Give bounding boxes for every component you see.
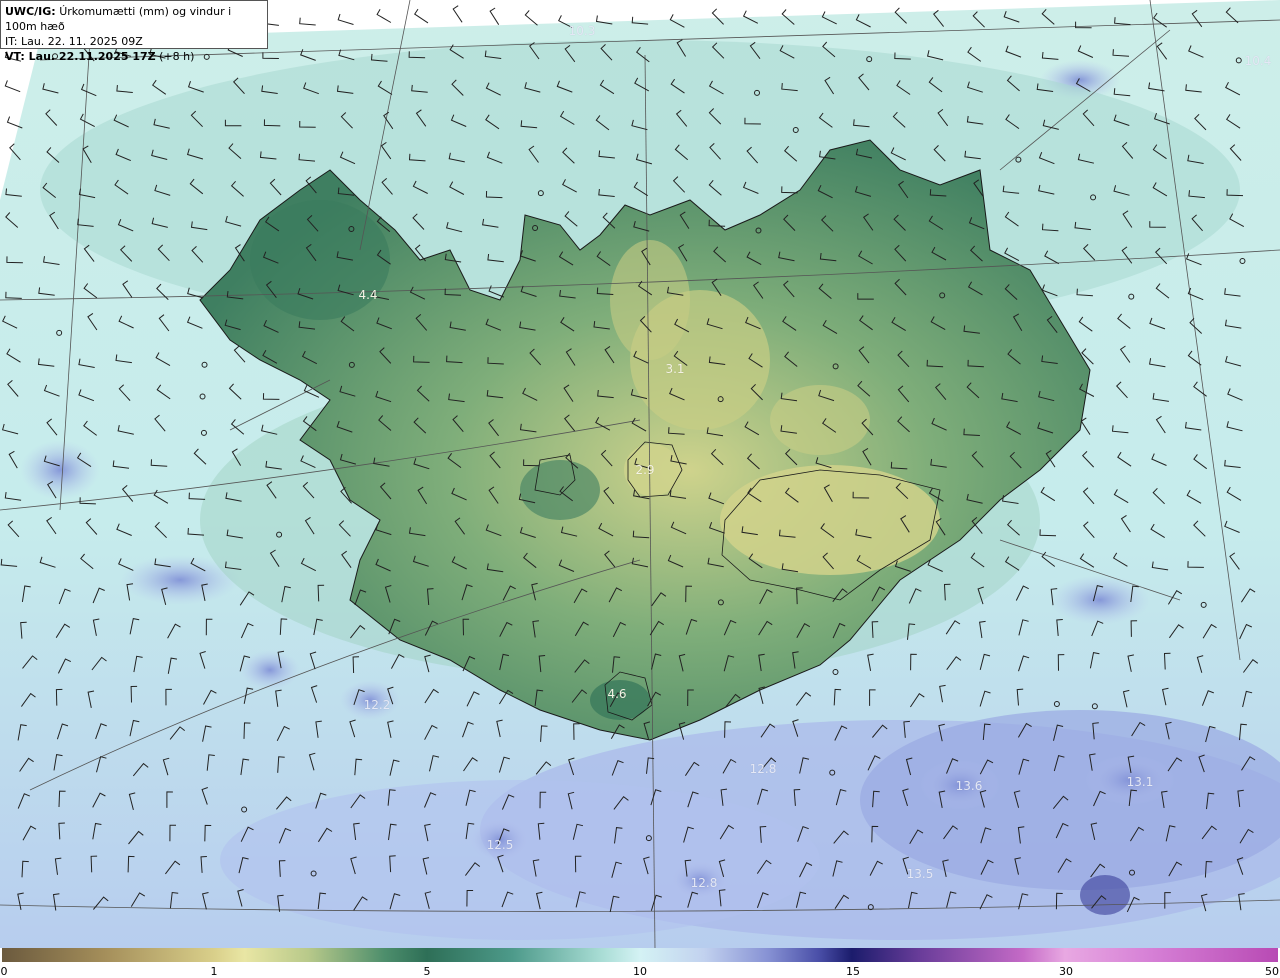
- map-value-label: 3.1: [665, 362, 685, 376]
- map-value-label: 13.1: [1126, 775, 1154, 789]
- map-value-label: 13.5: [906, 867, 934, 881]
- map-header: UWC/IG: Úrkomumætti (mm) og vindur i 100…: [0, 0, 268, 63]
- map-value-label: 13.6: [955, 779, 983, 793]
- map-value-label: 10.4: [1244, 54, 1272, 68]
- map-value-label: 2.9: [635, 463, 655, 477]
- colorbar-tick-label: 5: [423, 965, 431, 978]
- valid-time: VT: Lau. 22.11.2025 17Z: [5, 50, 156, 63]
- precipitation-wind-map[interactable]: UWC/IG: Úrkomumætti (mm) og vindur i 100…: [0, 0, 1280, 948]
- map-value-label: 4.4: [358, 288, 378, 302]
- colorbar-tick-label: 0: [0, 965, 8, 978]
- valid-time-offset: (+8 h): [159, 50, 195, 63]
- colorbar: 0 1 5 10 15 30 50: [0, 948, 1280, 978]
- colorbar-strip: [2, 948, 1278, 962]
- colorbar-tick-label: 1: [210, 965, 218, 978]
- colorbar-tick-label: 15: [846, 965, 860, 978]
- map-value-label: 12.2: [363, 698, 391, 712]
- colorbar-tick-label: 50: [1265, 965, 1279, 978]
- map-value-label: 10.3: [568, 24, 596, 38]
- map-value-label: 12.8: [690, 876, 718, 890]
- map-value-label: 4.6: [607, 687, 627, 701]
- product-code: UWC/IG:: [5, 5, 56, 18]
- map-value-label: 12.8: [749, 762, 777, 776]
- map-value-label: 12.5: [486, 838, 514, 852]
- colorbar-tick-label: 10: [633, 965, 647, 978]
- init-time: IT: Lau. 22. 11. 2025 09Z: [5, 35, 143, 48]
- colorbar-tick-label: 30: [1059, 965, 1073, 978]
